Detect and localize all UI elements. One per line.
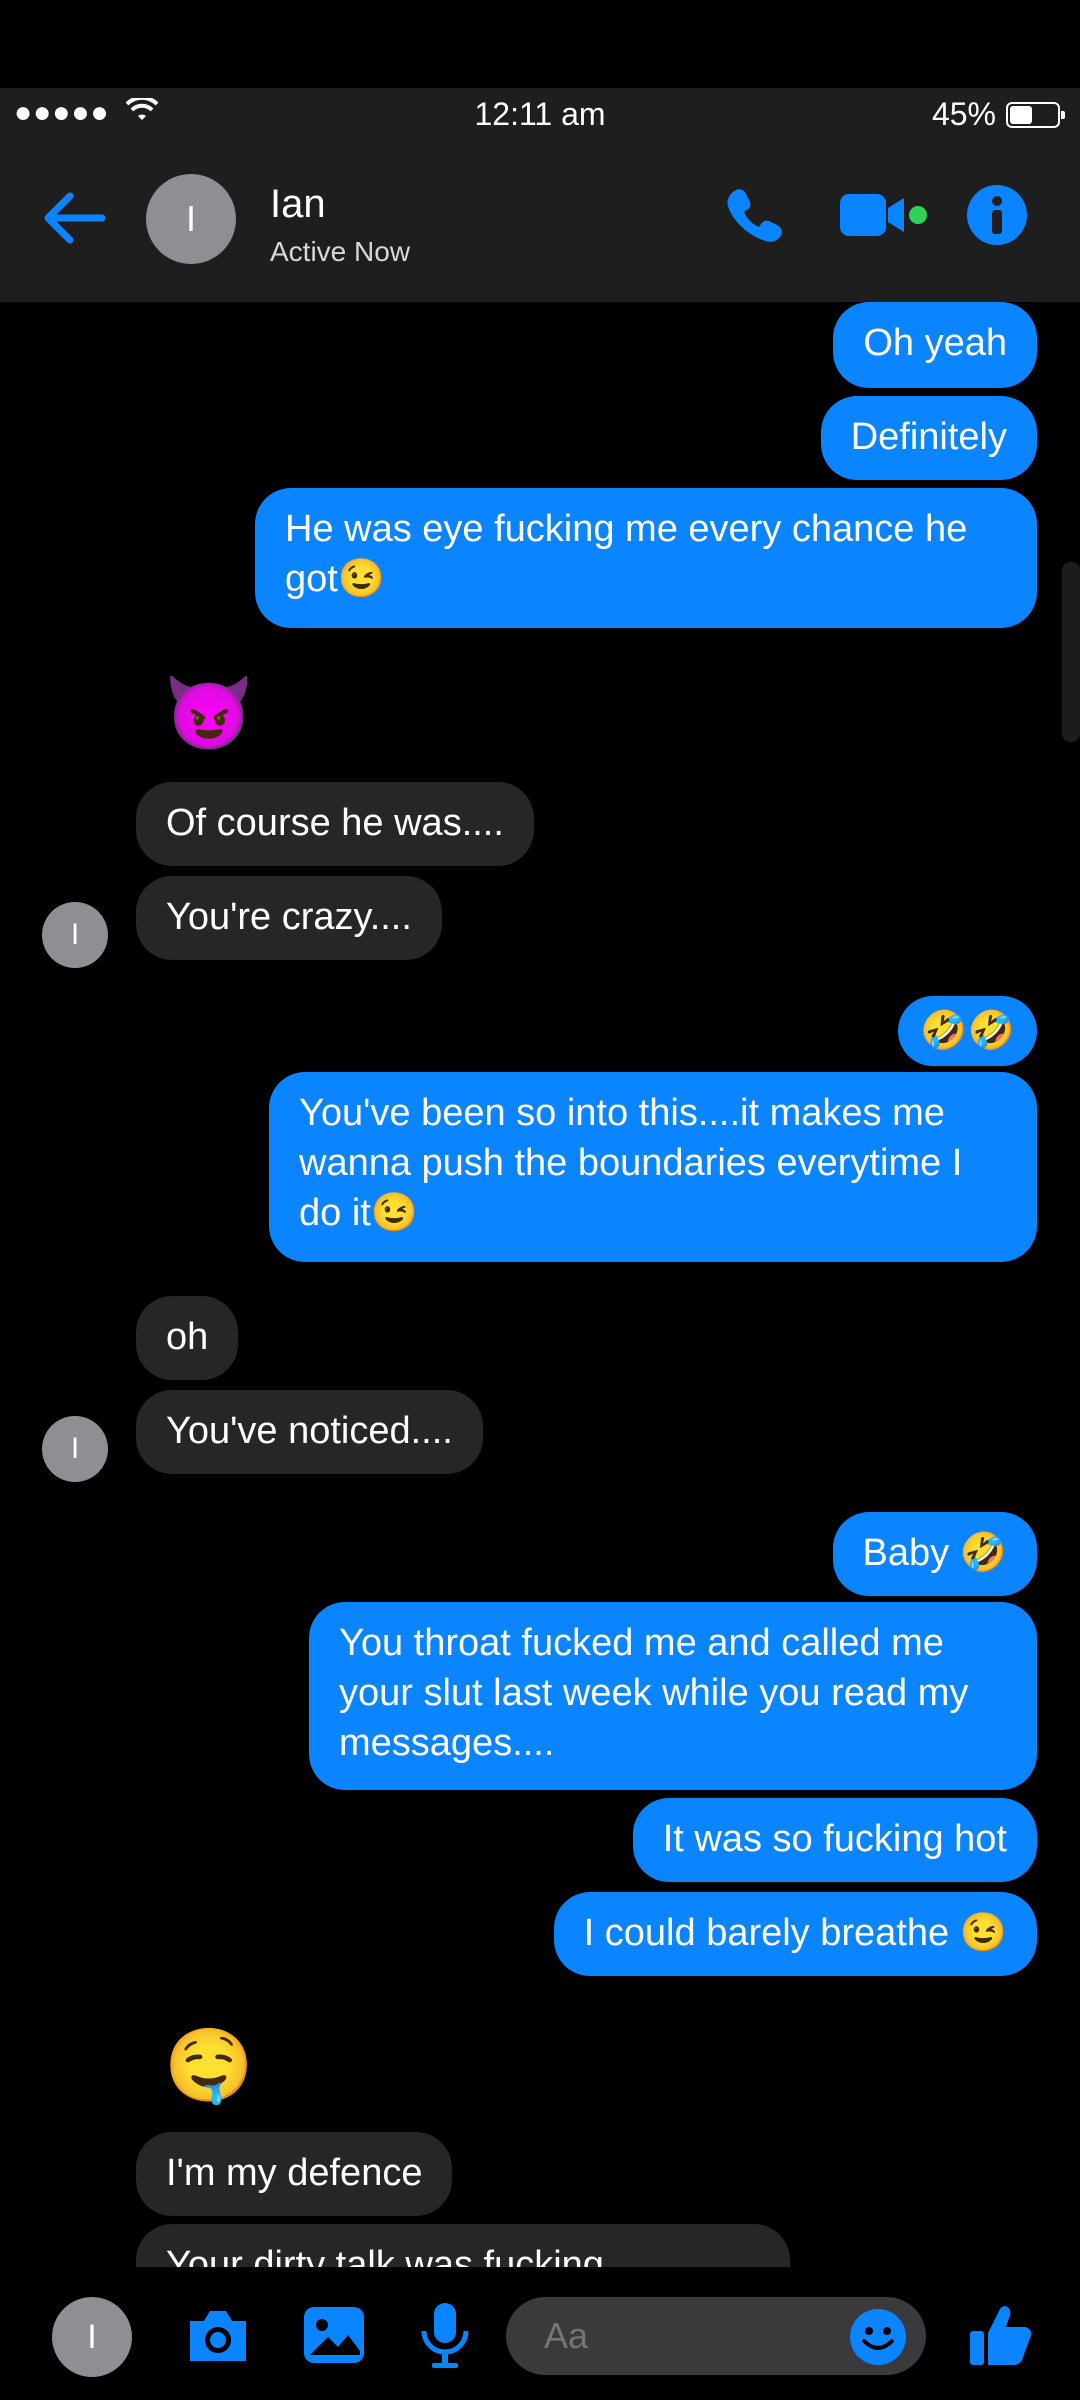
smile-icon[interactable]: [848, 2307, 908, 2367]
message-bubble-outgoing[interactable]: You've been so into this....it makes me …: [269, 1072, 1037, 1262]
video-icon[interactable]: [838, 184, 930, 246]
status-bar: ●●●●● 12:11 am 45%: [0, 88, 1080, 140]
thumbs-up-icon[interactable]: [964, 2299, 1036, 2371]
composer-bar: I: [0, 2267, 1080, 2400]
message-bubble-outgoing[interactable]: Definitely: [820, 396, 1037, 480]
message-bubble-outgoing[interactable]: You throat fucked me and called me your …: [309, 1602, 1037, 1790]
message-bubble-incoming[interactable]: I'm my defence: [136, 2132, 453, 2216]
clock: 12:11 am: [474, 96, 606, 132]
info-icon[interactable]: [966, 184, 1028, 246]
message-bubble-outgoing[interactable]: I could barely breathe 😉: [553, 1892, 1037, 1976]
battery-percent: 45%: [931, 96, 996, 132]
microphone-icon[interactable]: [414, 2299, 476, 2371]
top-black-area: [0, 0, 1080, 88]
phone-icon[interactable]: [722, 184, 784, 246]
message-bubble-incoming[interactable]: Of course he was....: [136, 782, 534, 866]
sender-avatar[interactable]: I: [42, 902, 108, 968]
emoji-message-incoming[interactable]: 🤤: [164, 2026, 254, 2106]
message-bubble-incoming[interactable]: Your dirty talk was fucking: [136, 2224, 790, 2267]
message-bubble-outgoing[interactable]: 🤣🤣: [898, 996, 1037, 1066]
message-bubble-incoming[interactable]: oh: [136, 1296, 239, 1380]
scrollbar[interactable]: [1062, 562, 1080, 742]
composer-avatar[interactable]: I: [52, 2297, 132, 2377]
message-bubble-outgoing[interactable]: Oh yeah: [833, 302, 1037, 388]
contact-avatar[interactable]: I: [146, 174, 236, 264]
contact-name[interactable]: Ian: [270, 182, 326, 227]
gallery-icon[interactable]: [298, 2299, 370, 2371]
message-thread[interactable]: Oh yeah Definitely He was eye fucking me…: [0, 302, 1080, 2267]
emoji-message-incoming[interactable]: 😈: [164, 674, 254, 754]
message-bubble-outgoing[interactable]: Baby 🤣: [832, 1512, 1037, 1596]
message-bubble-outgoing[interactable]: He was eye fucking me every chance he go…: [255, 488, 1037, 628]
camera-icon[interactable]: [182, 2299, 254, 2371]
battery-indicator: 45%: [931, 96, 1065, 133]
message-bubble-outgoing[interactable]: It was so fucking hot: [632, 1798, 1037, 1882]
battery-icon: [1006, 101, 1065, 128]
sender-avatar[interactable]: I: [42, 1416, 108, 1482]
back-arrow-icon[interactable]: [40, 188, 110, 248]
conversation-header: I Ian Active Now: [0, 140, 1080, 302]
presence-status: Active Now: [270, 236, 411, 267]
message-bubble-incoming[interactable]: You're crazy....: [136, 876, 442, 960]
message-bubble-incoming[interactable]: You've noticed....: [136, 1390, 483, 1474]
